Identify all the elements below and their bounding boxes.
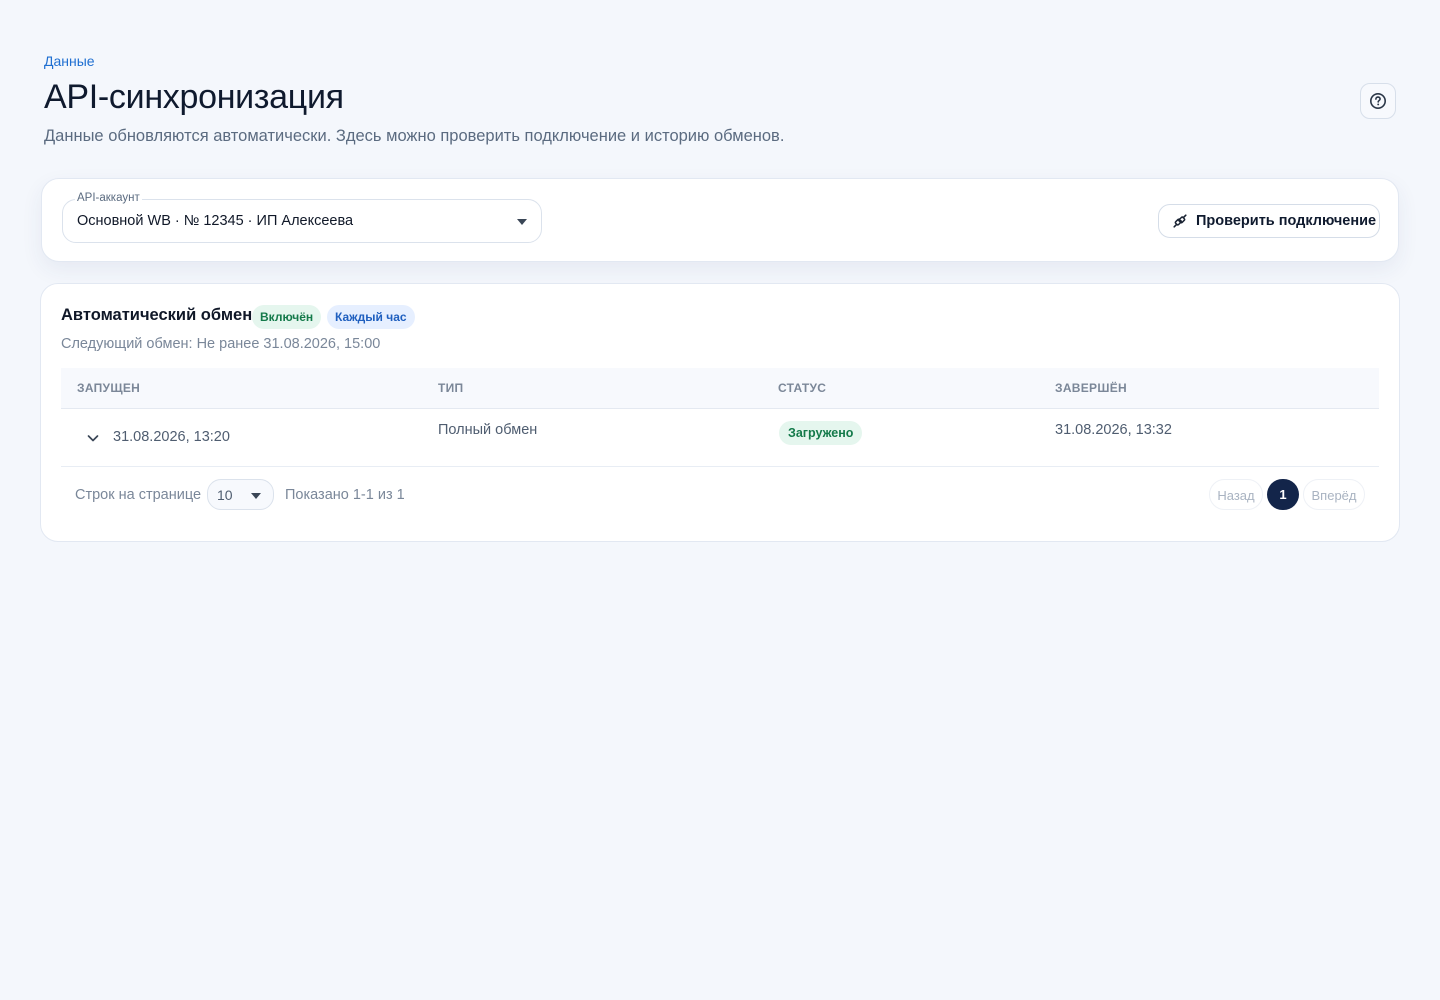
auto-exchange-title: Автоматический обмен (61, 306, 253, 324)
api-account-select[interactable]: API-аккаунт Основной WB · № 12345 · ИП А… (62, 192, 542, 243)
column-header-started: ЗАПУЩЕН (77, 381, 141, 395)
help-circle-icon (1370, 93, 1386, 109)
status-badge: Загружено (779, 421, 863, 445)
rows-per-page-label: Строк на странице (75, 487, 202, 503)
table-row[interactable]: 31.08.2026, 13:20 Полный обмен Загружено… (61, 409, 1379, 467)
check-connection-label: Проверить подключение (1196, 213, 1377, 229)
table-header: ЗАПУЩЕН ТИП СТАТУС ЗАВЕРШЁН (61, 368, 1379, 409)
help-button[interactable] (1360, 83, 1396, 119)
page-1-button[interactable]: 1 (1267, 479, 1299, 510)
page-subtitle: Данные обновляются автоматически. Здесь … (44, 127, 785, 145)
frequency-badge: Каждый час (327, 305, 415, 329)
row-finished: 31.08.2026, 13:32 (1055, 422, 1172, 438)
breadcrumb-link[interactable]: Данные (44, 53, 95, 69)
chevron-down-icon (251, 493, 261, 499)
row-started: 31.08.2026, 13:20 (113, 429, 230, 445)
auto-exchange-card: Автоматический обмен Включён Каждый час … (40, 283, 1400, 542)
column-header-status: СТАТУС (778, 381, 827, 395)
plug-connect-icon (1173, 214, 1187, 228)
next-exchange-text: Следующий обмен: Не ранее 31.08.2026, 15… (61, 336, 381, 352)
chevron-down-icon (517, 219, 527, 225)
shown-range-label: Показано 1-1 из 1 (285, 487, 405, 503)
api-account-label: API-аккаунт (75, 192, 142, 204)
rows-per-page-value: 10 (217, 487, 233, 503)
column-header-finished: ЗАВЕРШЁН (1055, 381, 1128, 395)
next-page-button[interactable]: Вперёд (1303, 479, 1365, 510)
row-type: Полный обмен (438, 422, 538, 438)
page-title: API-синхронизация (44, 78, 344, 116)
rows-per-page-select[interactable]: 10 (207, 479, 274, 510)
table-footer: Строк на странице 10 Показано 1-1 из 1 Н… (61, 467, 1379, 523)
page: Данные API-синхронизация Данные обновляю… (0, 0, 1440, 1000)
check-connection-button[interactable]: Проверить подключение (1158, 204, 1380, 238)
enabled-badge: Включён (252, 305, 322, 329)
api-account-value: Основной WB · № 12345 · ИП Алексеева (77, 213, 354, 229)
prev-page-button[interactable]: Назад (1209, 479, 1263, 510)
column-header-type: ТИП (438, 381, 464, 395)
chevron-down-icon (87, 435, 99, 442)
expand-row-button[interactable] (85, 430, 101, 446)
account-card: API-аккаунт Основной WB · № 12345 · ИП А… (41, 178, 1399, 262)
